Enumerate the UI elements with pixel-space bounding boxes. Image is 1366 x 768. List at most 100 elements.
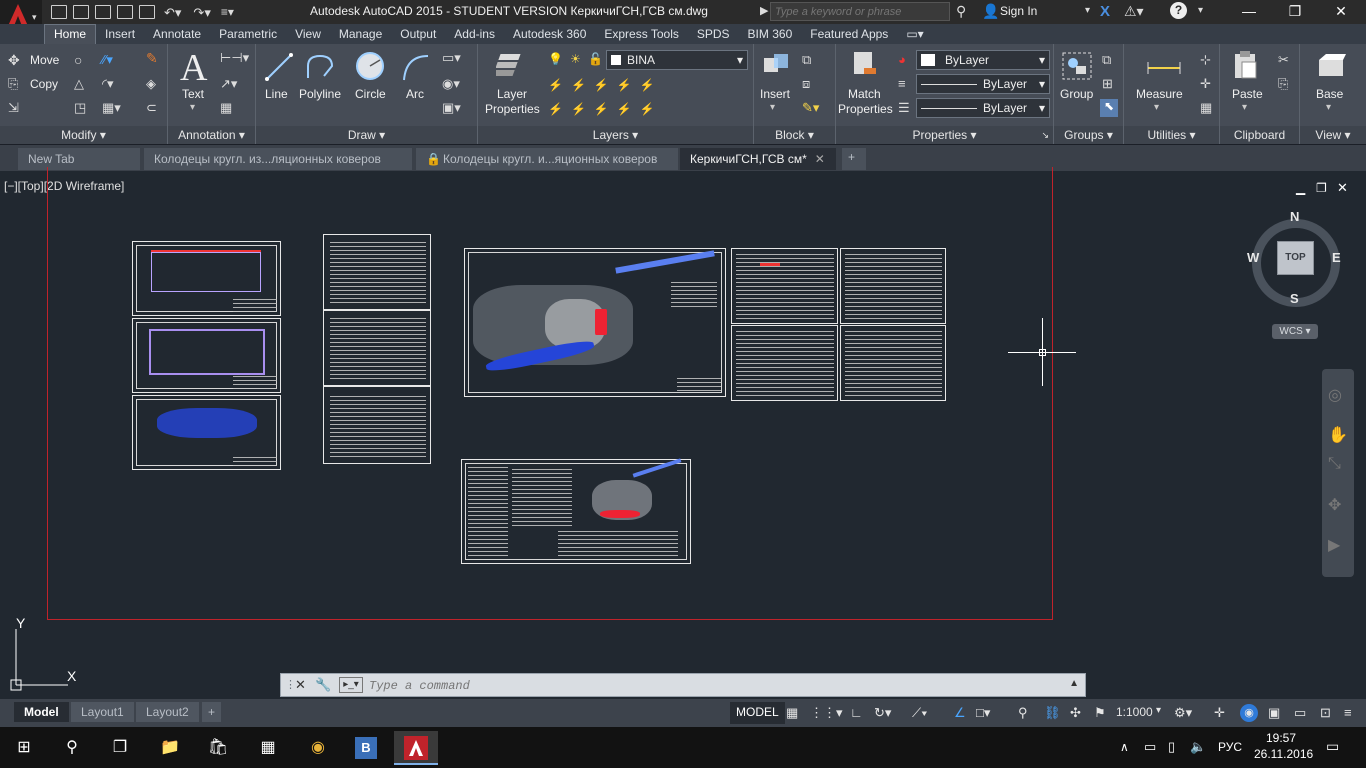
ribbon-tab-spds[interactable]: SPDS xyxy=(688,25,739,44)
ribbon-tab-home[interactable]: Home xyxy=(44,24,97,44)
id-point-icon[interactable]: ✛ xyxy=(1200,76,1211,92)
file-explorer-icon[interactable]: 📁 xyxy=(148,731,192,765)
text-dropdown-icon[interactable]: ▾ xyxy=(190,102,195,113)
group-button[interactable]: Group xyxy=(1060,87,1093,101)
action-center-icon[interactable]: ▭ xyxy=(1326,738,1339,755)
polar-icon[interactable]: ↻▾ xyxy=(874,705,891,721)
group-edit-icon[interactable]: ⊞ xyxy=(1102,76,1113,92)
table-icon[interactable]: ▦ xyxy=(220,100,232,116)
drawing-sheet-general-data[interactable] xyxy=(461,458,691,564)
hardware-acceleration-icon[interactable]: ▣ xyxy=(1268,705,1280,721)
network-icon[interactable]: ▭ xyxy=(1144,739,1156,755)
panel-title-utilities[interactable]: Utilities ▾ xyxy=(1124,126,1219,144)
store-icon[interactable]: 🛍 xyxy=(196,731,240,765)
chrome-icon[interactable]: ◉ xyxy=(296,731,340,765)
object-snap-tracking-icon[interactable]: ∠ xyxy=(954,705,966,721)
help-icon[interactable]: ? xyxy=(1170,2,1187,19)
drawing-canvas[interactable]: [−][Top][2D Wireframe] ▁ ❐ ✕ TOP N S E W… xyxy=(0,167,1366,699)
minimize-window-button[interactable]: — xyxy=(1226,0,1272,24)
viewport-minimize-icon[interactable]: ▁ xyxy=(1296,181,1305,195)
panel-title-properties[interactable]: Properties ▾ ↘ xyxy=(836,126,1053,144)
ribbon-tab-manage[interactable]: Manage xyxy=(330,25,391,44)
layer-tools-row2-icons[interactable]: ⚡⚡⚡⚡⚡ xyxy=(548,102,663,116)
insert-button[interactable]: Insert xyxy=(760,87,790,101)
wcs-menu[interactable]: WCS ▾ xyxy=(1272,324,1318,339)
quick-select-icon[interactable]: ⊹ xyxy=(1200,52,1211,68)
circle-icon[interactable] xyxy=(354,50,386,82)
panel-title-block[interactable]: Block ▾ xyxy=(754,126,835,144)
restore-window-button[interactable]: ❐ xyxy=(1272,0,1318,24)
search-expand-icon[interactable]: ▶ xyxy=(760,4,768,17)
volume-icon[interactable]: 🔈 xyxy=(1190,739,1206,755)
copy-clip-icon[interactable]: ⎘ xyxy=(1278,76,1288,92)
scale-icon[interactable]: ◳ xyxy=(74,100,86,116)
object-snap-icon[interactable]: □▾ xyxy=(976,705,990,721)
match-properties-label-2[interactable]: Properties xyxy=(838,102,893,116)
command-input[interactable] xyxy=(369,677,1069,694)
command-history-toggle-icon[interactable]: ▲ xyxy=(1069,678,1079,689)
start-button-icon[interactable]: ⊞ xyxy=(2,731,46,765)
text-icon[interactable]: A xyxy=(180,46,207,90)
layer-thaw-icon[interactable]: ☀ xyxy=(570,52,581,66)
save-as-icon[interactable] xyxy=(117,5,133,19)
annotation-scale-icon[interactable]: ⚑ xyxy=(1094,705,1106,721)
drawing-sheet-table-2[interactable] xyxy=(323,310,431,386)
layer-properties-label-2[interactable]: Properties xyxy=(485,102,540,116)
a360-icon[interactable]: ⚠▾ xyxy=(1124,3,1144,20)
undo-icon[interactable]: ↶▾ xyxy=(164,5,181,21)
layout-tab-layout2[interactable]: Layout2 xyxy=(136,702,199,722)
ungroup-icon[interactable]: ⧉ xyxy=(1102,52,1111,68)
polyline-button[interactable]: Polyline xyxy=(299,87,341,101)
close-window-button[interactable]: ✕ xyxy=(1318,0,1364,24)
viewcube-west-label[interactable]: W xyxy=(1247,250,1259,265)
base-button[interactable]: Base xyxy=(1316,87,1343,101)
layer-tools-row1-icons[interactable]: ⚡⚡⚡⚡⚡ xyxy=(548,78,663,92)
viewcube-north-label[interactable]: N xyxy=(1290,209,1299,224)
save-icon[interactable] xyxy=(95,5,111,19)
isodraft-icon[interactable]: ⟋▾ xyxy=(912,705,927,721)
layout-tab-layout1[interactable]: Layout1 xyxy=(71,702,134,722)
insert-block-icon[interactable] xyxy=(760,50,794,80)
copy-button[interactable]: Copy xyxy=(30,77,58,91)
plus-icon[interactable]: ✛ xyxy=(1214,705,1225,721)
layer-on-icon[interactable]: 💡 xyxy=(548,52,563,66)
color-dropdown[interactable]: ByLayer ▾ xyxy=(916,50,1050,70)
fullscreen-icon[interactable]: ⊡ xyxy=(1320,705,1331,721)
new-file-icon[interactable] xyxy=(51,5,67,19)
panel-title-view[interactable]: View ▾ xyxy=(1300,126,1366,144)
ribbon-tab-view[interactable]: View xyxy=(286,25,330,44)
ribbon-tab-insert[interactable]: Insert xyxy=(96,25,144,44)
measure-dropdown-icon[interactable]: ▾ xyxy=(1154,102,1159,113)
layer-properties-label-1[interactable]: Layer xyxy=(497,87,527,101)
calculator-icon[interactable]: ▦ xyxy=(1200,100,1212,116)
text-button[interactable]: Text xyxy=(182,87,204,101)
clock-time[interactable]: 19:57 xyxy=(1266,731,1296,745)
command-line[interactable]: ⋮ ✕ 🔧 ▸_▾ ▲ xyxy=(280,673,1086,697)
paste-button[interactable]: Paste xyxy=(1232,87,1263,101)
search-input[interactable] xyxy=(770,2,950,21)
edit-attributes-icon[interactable]: ✎▾ xyxy=(802,100,819,116)
base-dropdown-icon[interactable]: ▾ xyxy=(1326,102,1331,113)
match-properties-label-1[interactable]: Match xyxy=(848,87,881,101)
ribbon-minimize-icon[interactable]: ▭▾ xyxy=(897,25,932,44)
lineweight-dropdown[interactable]: ByLayer ▾ xyxy=(916,74,1050,94)
command-line-close-icon[interactable]: ✕ xyxy=(295,677,306,693)
offset-icon[interactable]: ⊂ xyxy=(146,100,157,116)
clock-date[interactable]: 26.11.2016 xyxy=(1254,747,1313,761)
ribbon-tab-autodesk-360[interactable]: Autodesk 360 xyxy=(504,25,595,44)
annotation-visibility-icon[interactable]: ⛓ xyxy=(1044,705,1061,721)
properties-launcher-icon[interactable]: ↘ xyxy=(1041,126,1049,144)
group-icon[interactable] xyxy=(1060,50,1094,82)
panel-title-groups[interactable]: Groups ▾ xyxy=(1054,126,1123,144)
add-layout-button[interactable]: + xyxy=(202,702,222,722)
ribbon-tab-bim-360[interactable]: BIM 360 xyxy=(739,25,802,44)
panel-title-draw[interactable]: Draw ▾ xyxy=(256,126,477,144)
insert-dropdown-icon[interactable]: ▾ xyxy=(770,102,775,113)
ribbon-tab-express-tools[interactable]: Express Tools xyxy=(595,25,687,44)
viewport-close-icon[interactable]: ✕ xyxy=(1337,180,1348,196)
panel-title-modify[interactable]: Modify ▾ xyxy=(0,126,167,144)
ribbon-tab-parametric[interactable]: Parametric xyxy=(210,25,286,44)
measure-button[interactable]: Measure xyxy=(1136,87,1183,101)
ribbon-tab-featured-apps[interactable]: Featured Apps xyxy=(801,25,897,44)
paste-icon[interactable] xyxy=(1232,50,1260,82)
